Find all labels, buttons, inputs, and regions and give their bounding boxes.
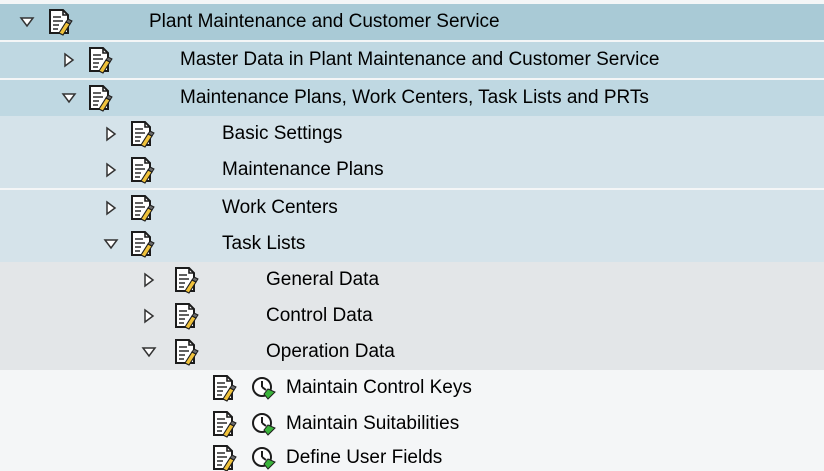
tree-node-define-user-fields[interactable]: Define User Fields <box>0 440 824 471</box>
document-edit-icon[interactable] <box>86 84 114 112</box>
triangle-down-icon[interactable] <box>58 87 80 109</box>
document-edit-icon[interactable] <box>128 230 156 258</box>
document-edit-icon[interactable] <box>210 410 238 438</box>
tree-node-label: Control Data <box>266 305 373 326</box>
tree-node-label: Maintenance Plans, Work Centers, Task Li… <box>180 87 649 108</box>
document-edit-icon[interactable] <box>172 338 200 366</box>
tree-node-control-data[interactable]: Control Data <box>0 298 824 334</box>
document-edit-icon[interactable] <box>210 444 238 471</box>
document-edit-icon[interactable] <box>46 8 74 36</box>
triangle-down-icon[interactable] <box>138 341 160 363</box>
triangle-right-icon[interactable] <box>58 49 80 71</box>
customizing-tree: Plant Maintenance and Customer Service M… <box>0 0 824 471</box>
tree-node-label: General Data <box>266 269 380 290</box>
tree-node-label: Plant Maintenance and Customer Service <box>149 11 500 32</box>
tree-node-work-centers[interactable]: Work Centers <box>0 190 824 226</box>
triangle-right-icon[interactable] <box>100 197 122 219</box>
tree-node-label: Basic Settings <box>222 123 343 144</box>
activity-clock-icon[interactable] <box>250 411 276 437</box>
triangle-right-icon[interactable] <box>138 305 160 327</box>
triangle-right-icon[interactable] <box>100 159 122 181</box>
tree-node-maintenance-plans[interactable]: Maintenance Plans <box>0 152 824 188</box>
tree-node-label: Maintain Suitabilities <box>286 413 460 434</box>
triangle-down-icon[interactable] <box>100 233 122 255</box>
tree-node-label: Maintain Control Keys <box>286 377 472 398</box>
tree-node-label: Operation Data <box>266 341 395 362</box>
triangle-down-icon[interactable] <box>16 11 38 33</box>
document-edit-icon[interactable] <box>128 120 156 148</box>
tree-node-plant-maintenance[interactable]: Plant Maintenance and Customer Service <box>0 4 824 40</box>
tree-node-maintain-control-keys[interactable]: Maintain Control Keys <box>0 370 824 406</box>
tree-node-basic-settings[interactable]: Basic Settings <box>0 116 824 152</box>
tree-node-task-lists[interactable]: Task Lists <box>0 226 824 262</box>
tree-node-label: Master Data in Plant Maintenance and Cus… <box>180 49 660 70</box>
triangle-right-icon[interactable] <box>100 123 122 145</box>
activity-clock-icon[interactable] <box>250 375 276 401</box>
document-edit-icon[interactable] <box>128 194 156 222</box>
tree-node-master-data[interactable]: Master Data in Plant Maintenance and Cus… <box>0 42 824 78</box>
tree-node-maintenance-plans-work-centers[interactable]: Maintenance Plans, Work Centers, Task Li… <box>0 80 824 116</box>
document-edit-icon[interactable] <box>172 266 200 294</box>
document-edit-icon[interactable] <box>210 374 238 402</box>
tree-node-label: Work Centers <box>222 197 338 218</box>
tree-node-label: Task Lists <box>222 233 306 254</box>
tree-node-general-data[interactable]: General Data <box>0 262 824 298</box>
tree-node-maintain-suitabilities[interactable]: Maintain Suitabilities <box>0 406 824 442</box>
tree-node-operation-data[interactable]: Operation Data <box>0 334 824 370</box>
document-edit-icon[interactable] <box>86 46 114 74</box>
triangle-right-icon[interactable] <box>138 269 160 291</box>
document-edit-icon[interactable] <box>172 302 200 330</box>
tree-node-label: Maintenance Plans <box>222 159 384 180</box>
activity-clock-icon[interactable] <box>250 445 276 471</box>
document-edit-icon[interactable] <box>128 156 156 184</box>
tree-node-label: Define User Fields <box>286 447 443 468</box>
